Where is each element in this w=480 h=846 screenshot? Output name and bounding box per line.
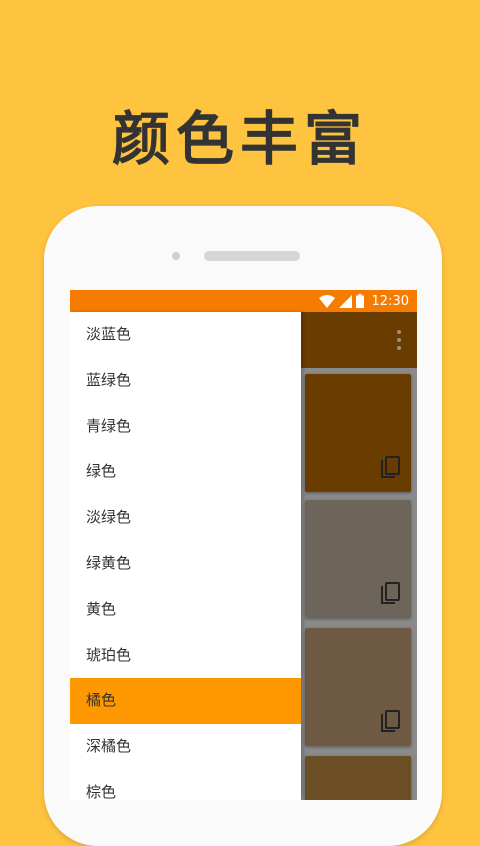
drawer-item-yellow[interactable]: 黄色 — [70, 587, 301, 633]
signal-icon — [338, 294, 352, 308]
headline: 颜色丰富 — [111, 105, 368, 173]
drawer-item-amber[interactable]: 琥珀色 — [70, 633, 301, 679]
status-time: 12:30 — [371, 293, 409, 309]
drawer-item-light-green[interactable]: 淡绿色 — [70, 495, 301, 541]
status-bar: 12:30 — [70, 290, 417, 312]
battery-icon — [355, 294, 364, 308]
phone-screen: 12:30 淡蓝色 蓝绿色 青绿色 绿色 淡绿色 绿黄色 黄色 琥珀色 橘色 深… — [70, 290, 417, 800]
drawer-item-teal[interactable]: 蓝绿色 — [70, 358, 301, 404]
color-swatch-card[interactable] — [305, 628, 411, 746]
drawer-item-brown[interactable]: 棕色 — [70, 770, 301, 800]
app-bar — [301, 312, 417, 368]
more-vert-icon[interactable] — [397, 330, 401, 350]
color-swatch-card[interactable] — [305, 500, 411, 618]
color-swatch-card[interactable] — [305, 374, 411, 492]
wifi-icon — [318, 294, 335, 308]
drawer-item-orange[interactable]: 橘色 — [70, 678, 301, 725]
drawer-item-green[interactable]: 绿色 — [70, 449, 301, 495]
copy-icon[interactable] — [379, 456, 401, 480]
swatch-list — [301, 368, 417, 800]
drawer-item-lime[interactable]: 绿黄色 — [70, 541, 301, 587]
navigation-drawer: 淡蓝色 蓝绿色 青绿色 绿色 淡绿色 绿黄色 黄色 琥珀色 橘色 深橘色 棕色 — [70, 312, 301, 800]
camera-dot — [172, 252, 180, 260]
drawer-item-cyan-green[interactable]: 青绿色 — [70, 404, 301, 450]
drawer-item-light-blue[interactable]: 淡蓝色 — [70, 312, 301, 358]
copy-icon[interactable] — [379, 582, 401, 606]
color-swatch-card[interactable] — [305, 756, 411, 800]
drawer-item-deep-orange[interactable]: 深橘色 — [70, 724, 301, 770]
speaker-grille — [204, 251, 300, 261]
copy-icon[interactable] — [379, 710, 401, 734]
